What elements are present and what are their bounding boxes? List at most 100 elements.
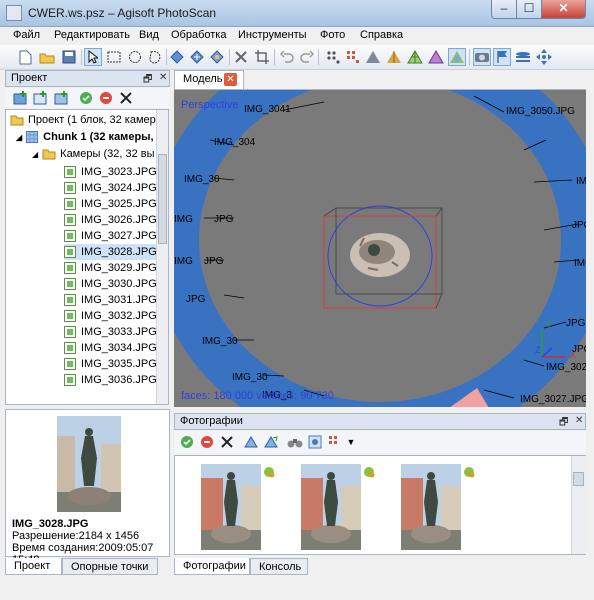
tab-console[interactable]: Консоль xyxy=(250,558,308,575)
disable-cameras-icon[interactable] xyxy=(97,89,115,107)
tab-project[interactable]: Проект xyxy=(5,558,62,575)
tab-photos[interactable]: Фотографии xyxy=(174,558,250,575)
add-chunk-icon[interactable] xyxy=(11,89,29,107)
float-panel-icon[interactable]: 🗗 xyxy=(143,72,152,89)
close-panel-icon[interactable]: ✕ xyxy=(575,415,583,426)
close-panel-icon[interactable]: ✕ xyxy=(159,72,167,83)
textured-view-icon[interactable] xyxy=(448,48,466,66)
menu-edit[interactable]: Редактировать xyxy=(54,29,130,41)
camera-item[interactable]: IMG_3031.JPG xyxy=(64,292,157,308)
show-markers-icon[interactable] xyxy=(493,48,511,66)
disable-photo-icon[interactable] xyxy=(198,433,216,451)
camera-item-label: IMG_3026.JPG xyxy=(81,214,157,226)
preview-image xyxy=(57,416,121,512)
remove-items-icon[interactable] xyxy=(117,89,135,107)
camera-item-label: IMG_3028.JPG xyxy=(81,246,157,258)
circle-select-icon[interactable] xyxy=(126,48,144,66)
remove-photo-icon[interactable] xyxy=(218,433,236,451)
new-file-icon[interactable] xyxy=(16,48,34,66)
menu-tools[interactable]: Инструменты xyxy=(238,29,307,41)
free-select-icon[interactable] xyxy=(146,48,164,66)
tab-model[interactable]: Модель ✕ xyxy=(174,70,244,89)
shaded-model-icon[interactable] xyxy=(364,48,382,66)
tree-scroll-thumb[interactable] xyxy=(158,154,167,244)
tree-scrollbar[interactable] xyxy=(156,110,168,404)
delete-selection-icon[interactable] xyxy=(232,48,250,66)
camera-label: IMG_30 xyxy=(184,174,220,185)
photo-thumbnail[interactable] xyxy=(201,464,275,553)
camera-item[interactable]: IMG_3034.JPG xyxy=(64,340,157,356)
camera-item[interactable]: IMG_3036.JPG xyxy=(64,372,157,388)
camera-item[interactable]: IMG_3035.JPG xyxy=(64,356,157,372)
camera-label: JPG xyxy=(566,318,586,329)
photo-thumbnail[interactable] xyxy=(401,464,475,553)
camera-item[interactable]: IMG_3029.JPG xyxy=(64,260,157,276)
rotate-object-icon[interactable] xyxy=(168,48,186,66)
photos-scroll-thumb[interactable] xyxy=(573,472,584,486)
undo-icon[interactable] xyxy=(278,48,296,66)
rect-select-icon[interactable] xyxy=(105,48,123,66)
menu-help[interactable]: Справка xyxy=(360,29,403,41)
tab-ground-control[interactable]: Опорные точки xyxy=(62,558,158,575)
dense-cloud-icon[interactable] xyxy=(344,48,362,66)
collapse-triangle-icon[interactable]: ◢ xyxy=(16,133,22,142)
photos-scrollbar[interactable] xyxy=(571,456,586,554)
save-icon[interactable] xyxy=(60,48,78,66)
camera-item[interactable]: IMG_3023.JPG xyxy=(64,164,157,180)
solid-model-icon[interactable] xyxy=(385,48,403,66)
tree-chunk[interactable]: ◢ Chunk 1 (32 камеры, xyxy=(16,129,154,145)
menu-view[interactable]: Вид xyxy=(139,29,159,41)
maximize-button[interactable]: ☐ xyxy=(517,0,542,19)
select-masks-icon[interactable] xyxy=(306,433,324,451)
tree-root[interactable]: Проект (1 блок, 32 камер xyxy=(10,112,156,128)
photo-thumbnail[interactable] xyxy=(301,464,375,553)
menu-process[interactable]: Обработка xyxy=(171,29,226,41)
camera-item-label: IMG_3029.JPG xyxy=(81,262,157,274)
show-region-icon[interactable] xyxy=(514,48,532,66)
rotate-right-icon[interactable] xyxy=(262,433,280,451)
crop-selection-icon[interactable] xyxy=(253,48,271,66)
camera-label: IMG_304 xyxy=(214,137,256,148)
redo-icon[interactable] xyxy=(298,48,316,66)
camera-item[interactable]: IMG_3025.JPG xyxy=(64,196,157,212)
add-photos-icon[interactable] xyxy=(31,89,49,107)
camera-item[interactable]: IMG_3033.JPG xyxy=(64,324,157,340)
camera-item[interactable]: IMG_3027.JPG xyxy=(64,228,157,244)
textured-model-icon[interactable] xyxy=(427,48,445,66)
camera-item[interactable]: IMG_3032.JPG xyxy=(64,308,157,324)
app-icon xyxy=(6,5,22,21)
show-cameras-icon[interactable] xyxy=(473,48,491,66)
camera-label: IMG_3027.JPG xyxy=(520,394,586,405)
close-tab-icon[interactable]: ✕ xyxy=(224,73,237,86)
minimize-button[interactable]: – xyxy=(491,0,517,19)
move-object-icon[interactable] xyxy=(188,48,206,66)
menu-file[interactable]: Файл xyxy=(13,29,40,41)
photos-grid xyxy=(174,455,586,555)
camera-item[interactable]: IMG_3024.JPG xyxy=(64,180,157,196)
dropdown-arrow-icon[interactable]: ▼ xyxy=(342,433,360,451)
navigation-icon[interactable] xyxy=(535,48,553,66)
collapse-triangle-icon[interactable]: ◢ xyxy=(32,150,38,159)
wireframe-model-icon[interactable] xyxy=(406,48,424,66)
pointer-icon[interactable] xyxy=(84,48,102,66)
camera-item-label: IMG_3032.JPG xyxy=(81,310,157,322)
scale-object-icon[interactable] xyxy=(208,48,226,66)
open-folder-icon[interactable] xyxy=(38,48,56,66)
bottom-tabbar: Фотографии Консоль xyxy=(174,558,586,575)
close-button[interactable]: ✕ xyxy=(542,0,586,19)
enable-photo-icon[interactable] xyxy=(178,433,196,451)
enable-cameras-icon[interactable] xyxy=(77,89,95,107)
float-panel-icon[interactable]: 🗗 xyxy=(559,415,568,432)
add-folder-icon[interactable] xyxy=(52,89,70,107)
camera-item[interactable]: IMG_3026.JPG xyxy=(64,212,157,228)
binoculars-icon[interactable] xyxy=(286,433,304,451)
preview-panel: IMG_3028.JPG Разрешение:2184 x 1456 Врем… xyxy=(5,409,170,566)
menu-photo[interactable]: Фото xyxy=(320,29,345,41)
aligned-badge-icon xyxy=(463,466,475,481)
tree-cameras-folder[interactable]: ◢ Камеры (32, 32 вы xyxy=(32,146,155,162)
point-cloud-icon[interactable] xyxy=(324,48,342,66)
model-viewport[interactable]: Perspective IMG_3041 IMG_3050.JPG IMG_30… xyxy=(174,90,586,407)
camera-item[interactable]: IMG_3028.JPG xyxy=(64,244,157,260)
rotate-left-icon[interactable] xyxy=(242,433,260,451)
camera-item[interactable]: IMG_3030.JPG xyxy=(64,276,157,292)
